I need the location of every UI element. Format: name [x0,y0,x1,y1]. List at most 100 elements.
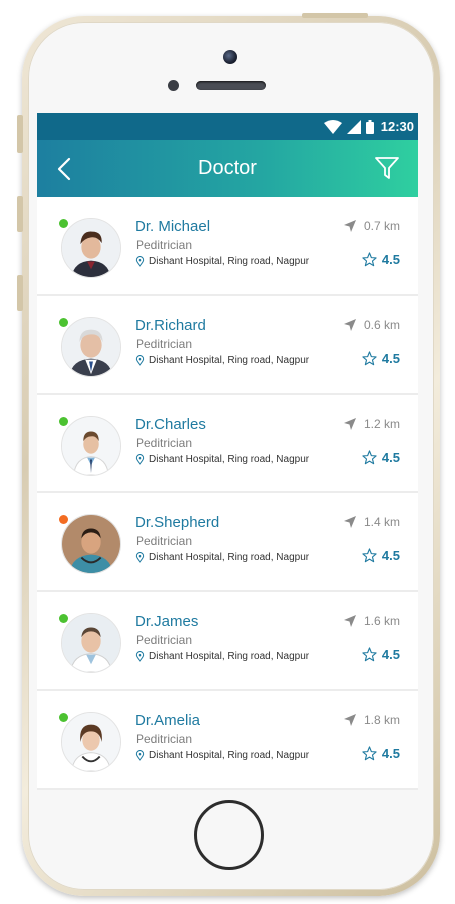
rating: 4.5 [362,647,400,662]
back-button[interactable] [57,156,79,182]
home-button[interactable] [194,800,264,870]
doctor-card[interactable]: Dr.Richard Peditrician Dishant Hospital,… [37,295,418,395]
page-title: Doctor [198,157,257,179]
map-pin-icon [135,749,145,761]
front-camera [223,50,237,64]
distance-text: 1.6 km [363,614,400,629]
cell-signal-icon [346,119,361,134]
online-status-dot [59,712,68,722]
distance: 1.8 km [343,712,400,727]
map-pin-icon [135,453,145,465]
away-status-dot [59,515,68,525]
doctor-avatar [61,514,121,575]
doctor-name: Dr.Shepherd [135,514,220,532]
rating: 4.5 [362,450,400,465]
rating-value: 4.5 [381,745,400,761]
distance-text: 1.2 km [363,416,400,431]
earpiece-speaker [196,81,266,90]
rating-value: 4.5 [381,350,400,366]
rating: 4.5 [362,548,400,563]
distance: 0.7 km [343,219,400,233]
doctor-card[interactable]: Dr. Michael Peditrician Dishant Hospital… [37,197,418,296]
doctor-address: Dishant Hospital, Ring road, Nagpur [135,256,309,267]
rating-value: 4.5 [381,548,400,564]
volume-down-button [17,275,23,311]
star-outline-icon [362,548,377,563]
app-screen: 12:30 Doctor Dr. Michael Peditrician Dis… [37,113,418,790]
doctor-card[interactable]: Dr.Amelia Peditrician Dishant Hospital, … [37,690,418,790]
chevron-left-icon [57,157,71,181]
rating: 4.5 [362,351,400,366]
app-bar: Doctor [37,140,418,197]
doctor-avatar [61,613,121,674]
doctor-name: Dr.James [135,613,199,631]
doctor-name: Dr.Charles [135,415,206,433]
navigation-arrow-icon [343,318,356,331]
online-status-dot [59,317,68,327]
star-outline-icon [362,351,377,366]
doctor-specialty: Peditrician [136,731,193,746]
navigation-arrow-icon [343,417,356,430]
map-pin-icon [135,651,145,663]
volume-up-button [17,196,23,232]
map-pin-icon [135,552,145,564]
rating-value: 4.5 [381,647,400,663]
doctor-specialty: Peditrician [136,336,193,351]
doctor-name: Dr.Amelia [135,711,201,729]
doctor-specialty: Peditrician [136,534,193,549]
distance-text: 0.6 km [363,317,400,332]
doctor-specialty: Peditrician [136,435,193,450]
star-outline-icon [362,647,377,662]
rating: 4.5 [362,746,400,761]
doctor-avatar [61,415,121,476]
online-status-dot [59,614,68,624]
doctor-list: Dr. Michael Peditrician Dishant Hospital… [37,197,418,790]
online-status-dot [59,219,68,228]
navigation-arrow-icon [343,220,356,232]
proximity-sensor [168,80,179,91]
status-bar: 12:30 [37,113,418,140]
address-text: Dishant Hospital, Ring road, Nagpur [149,749,310,761]
doctor-card[interactable]: Dr.Shepherd Peditrician Dishant Hospital… [37,493,418,593]
doctor-address: Dishant Hospital, Ring road, Nagpur [135,453,310,465]
address-text: Dishant Hospital, Ring road, Nagpur [149,354,310,366]
star-outline-icon [362,746,377,761]
distance-text: 0.7 km [363,219,400,233]
rating-value: 4.5 [381,449,400,465]
doctor-address: Dishant Hospital, Ring road, Nagpur [135,552,309,563]
distance: 1.6 km [343,614,400,629]
doctor-avatar [61,316,121,377]
doctor-card[interactable]: Dr.James Peditrician Dishant Hospital, R… [37,592,418,691]
filter-button[interactable] [374,155,400,181]
distance-text: 1.4 km [363,515,400,530]
rating: 4.5 [362,252,400,267]
map-pin-icon [135,354,145,366]
distance: 1.2 km [343,416,400,431]
star-outline-icon [362,252,377,267]
address-text: Dishant Hospital, Ring road, Nagpur [149,453,310,465]
distance: 0.6 km [343,317,400,332]
map-pin-icon [135,256,145,267]
online-status-dot [59,416,68,426]
wifi-icon [323,119,342,134]
doctor-address: Dishant Hospital, Ring road, Nagpur [135,749,310,761]
battery-icon [365,119,374,134]
distance: 1.4 km [343,515,400,530]
doctor-avatar [61,711,121,772]
navigation-arrow-icon [343,615,356,628]
navigation-arrow-icon [343,516,356,529]
doctor-name: Dr. Michael [135,218,211,235]
doctor-name: Dr.Richard [135,316,206,334]
star-outline-icon [362,449,377,464]
doctor-specialty: Peditrician [136,238,193,252]
address-text: Dishant Hospital, Ring road, Nagpur [149,651,310,663]
doctor-card[interactable]: Dr.Charles Peditrician Dishant Hospital,… [37,394,418,494]
distance-text: 1.8 km [363,712,400,727]
filter-icon [375,157,399,179]
power-button [302,13,368,18]
status-time: 12:30 [380,119,414,134]
doctor-address: Dishant Hospital, Ring road, Nagpur [135,354,310,366]
doctor-address: Dishant Hospital, Ring road, Nagpur [135,651,309,662]
doctor-specialty: Peditrician [136,633,193,648]
doctor-avatar [61,218,121,278]
